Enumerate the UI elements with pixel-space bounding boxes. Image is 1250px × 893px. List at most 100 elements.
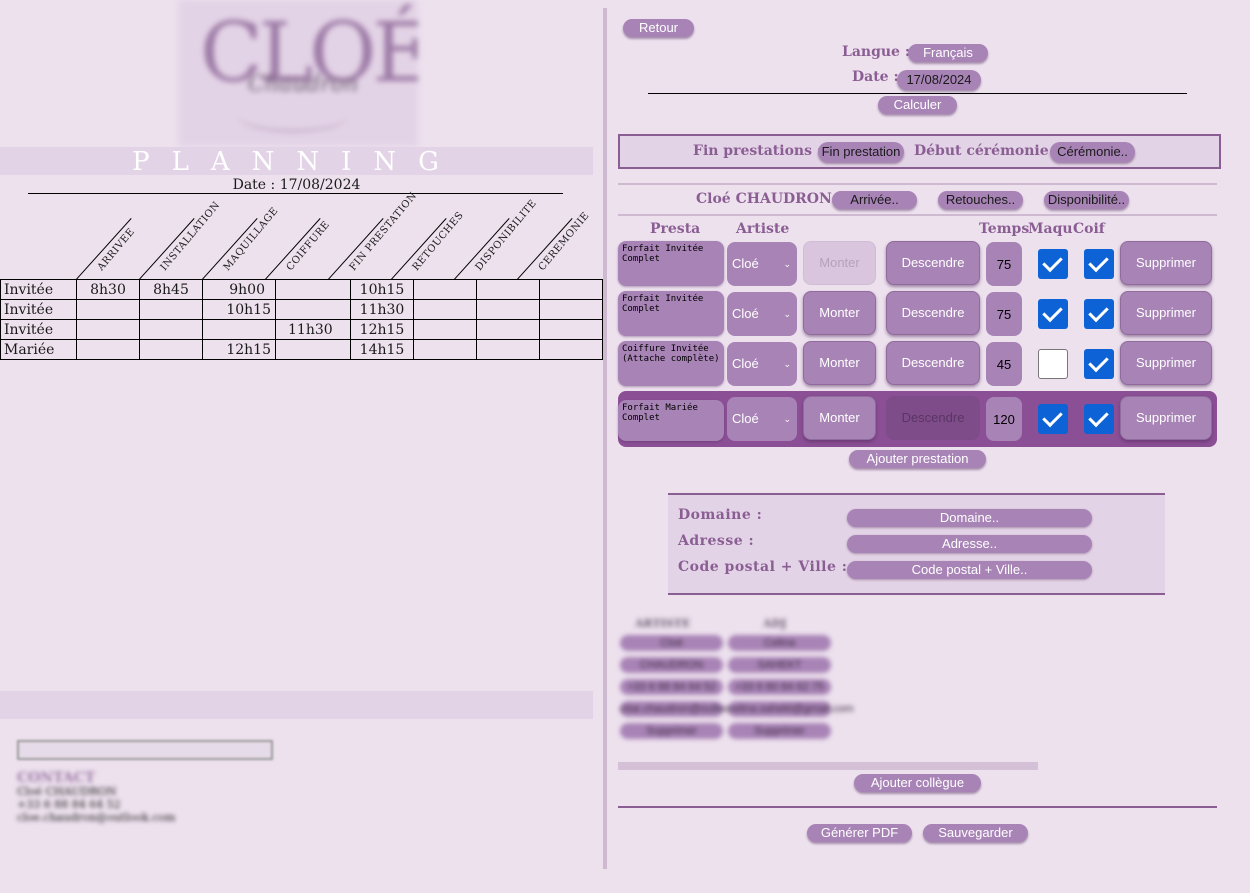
monter-button[interactable]: Monter [803,396,876,440]
supprimer-button[interactable]: Supprimer [1120,396,1212,440]
contact-name: Cloé CHAUDRON [17,785,117,798]
artist-select[interactable]: Cloé ⌄ [727,397,797,441]
arrivee-input[interactable]: Arrivée.. [832,191,917,209]
coiffure-checkbox[interactable] [1084,404,1114,434]
presta-name[interactable]: Forfait Mariée Complet [618,400,724,441]
planning-cell [413,299,477,320]
date-input[interactable]: 17/08/2024 [897,70,981,90]
colleague-field[interactable]: +33 6 88 84 64 52 [620,679,723,695]
coiffure-checkbox[interactable] [1084,349,1114,379]
sauvegarder-button[interactable]: Sauvegarder [923,824,1028,842]
planning-row: Invitée 10h15 11h30 [0,299,603,320]
column-header: MAQUILLAGE [221,205,281,273]
maquillage-checkbox[interactable] [1038,299,1068,329]
planning-cell [275,279,351,300]
supprimer-button[interactable]: Supprimer [1120,341,1212,385]
planning-cell [413,339,477,360]
planning-date: Date : 17/08/2024 [232,177,361,193]
planning-date-underline [28,193,563,194]
code-postal-input[interactable]: Code postal + Ville.. [847,561,1092,579]
monter-button[interactable]: Monter [803,241,876,285]
planning-cell: 10h15 [202,299,276,320]
chevron-down-icon: ⌄ [783,259,791,269]
column-header: CEREMONIE [536,210,592,273]
planning-cell: 10h15 [350,279,414,300]
ajouter-prestation-button[interactable]: Ajouter prestation [849,450,986,468]
temps-input[interactable]: 75 [986,292,1022,336]
maquillage-checkbox[interactable] [1038,349,1068,379]
prestation-row: Forfait Invitée Complet Cloé ⌄ Monter Descen… [618,291,1218,339]
planning-row: Invitée 11h30 12h15 [0,319,603,340]
descendre-button[interactable]: Descendre [886,341,980,385]
supprimer-button[interactable]: Supprimer [1120,241,1212,285]
logo-signature [238,100,348,132]
planning-cell [202,319,276,340]
remove-colleague-button[interactable]: Supprimer [620,723,723,739]
temps-input[interactable]: 45 [986,342,1022,386]
artist-select[interactable]: Cloé ⌄ [727,242,797,286]
planning-cell [275,299,351,320]
planning-cell [76,299,140,320]
planning-cell: 14h15 [350,339,414,360]
artist-select[interactable]: Cloé ⌄ [727,292,797,336]
colleague-field[interactable]: celina.sahekt@gmail.com [728,701,854,717]
column-header: INSTALLATION [158,199,223,273]
descendre-button[interactable]: Descendre [886,241,980,285]
planning-row-label: Invitée [0,299,77,320]
calculer-button[interactable]: Calculer [878,96,957,114]
descendre-button[interactable]: Descendre [886,291,980,335]
colleague-field[interactable]: Cloé [620,635,723,651]
footer-band [0,691,593,719]
planning-cell: 8h45 [139,279,203,300]
colleagues-scrollbar[interactable] [618,762,1038,770]
generer-pdf-button[interactable]: Générer PDF [807,824,912,842]
artist-select[interactable]: Cloé ⌄ [727,342,797,386]
artist-value: Cloé [732,306,759,321]
langue-select[interactable]: Français [908,44,988,62]
presta-name[interactable]: Coiffure Invitée (Attache complète) [618,341,724,386]
colleague-field[interactable]: SAHEKT [728,657,831,673]
retouches-input[interactable]: Retouches.. [938,191,1023,209]
presta-name[interactable]: Forfait Invitée Complet [618,291,724,336]
descendre-button[interactable]: Descendre [886,396,980,440]
ceremonie-input[interactable]: Cérémonie.. [1050,142,1135,162]
planning-cell [476,279,540,300]
colleague-field[interactable]: CHAUDRON [620,657,723,673]
monter-button[interactable]: Monter [803,291,876,335]
planning-cell [76,339,140,360]
presta-header: Presta [650,221,701,237]
domaine-input[interactable]: Domaine.. [847,509,1092,527]
code-postal-label: Code postal + Ville : [678,559,848,575]
langue-label: Langue : [842,44,911,60]
colleague-field[interactable]: cloe.chaudron@outlook.com [620,701,760,717]
planning-cell [476,319,540,340]
planning-cell [476,299,540,320]
logo-sub: Chaudron [248,72,359,97]
planning-row-label: Invitée [0,319,77,340]
colleague-field[interactable]: Celina [728,635,831,651]
supprimer-button[interactable]: Supprimer [1120,291,1212,335]
colleague-field[interactable]: +33 6 80 84 62 75 [728,679,831,695]
monter-button[interactable]: Monter [803,341,876,385]
temps-input[interactable]: 120 [986,397,1022,441]
separator-top [618,183,1217,185]
presta-name[interactable]: Forfait Invitée Complet [618,241,724,286]
chevron-down-icon: ⌄ [783,359,791,369]
planning-cell: 8h30 [76,279,140,300]
artist-value: Cloé [732,411,759,426]
disponibilite-input[interactable]: Disponibilité.. [1044,191,1129,209]
artist-value: Cloé [732,256,759,271]
coif-header: Coif [1073,221,1105,237]
maquillage-checkbox[interactable] [1038,249,1068,279]
coiffure-checkbox[interactable] [1084,249,1114,279]
coiffure-checkbox[interactable] [1084,299,1114,329]
planning-cell [539,319,603,340]
temps-input[interactable]: 75 [986,242,1022,286]
fin-prestations-label: Fin prestations : [693,143,823,159]
fin-prestation-input[interactable]: Fin prestation [818,142,904,162]
back-button[interactable]: Retour [623,19,694,37]
remove-colleague-button[interactable]: Supprimer [728,723,831,739]
ajouter-collegue-button[interactable]: Ajouter collègue [854,774,981,792]
maquillage-checkbox[interactable] [1038,404,1068,434]
adresse-input[interactable]: Adresse.. [847,535,1092,553]
